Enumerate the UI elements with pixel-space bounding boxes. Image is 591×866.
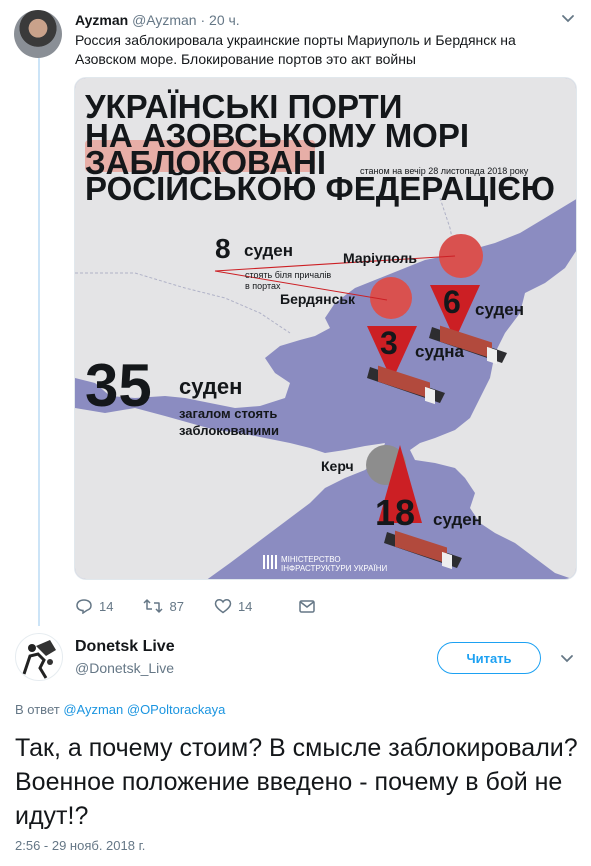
direct-message-button[interactable] [298, 598, 322, 614]
author-name[interactable]: Ayzman [75, 12, 128, 28]
mention-link[interactable]: @OPoltorackaya [127, 702, 225, 717]
label-3: судна [415, 342, 465, 361]
reply-icon [76, 599, 92, 614]
reply-prefix: В ответ [15, 702, 60, 717]
tweet-text: Россия заблокировала украинские порты Ма… [75, 32, 516, 67]
retweet-count: 87 [169, 598, 184, 614]
mariupol-circle [439, 234, 483, 278]
sub-35-line2: заблокованими [179, 423, 279, 438]
author-handle[interactable]: @Ayzman [132, 12, 197, 28]
reply-context: В ответ @Ayzman @OPoltorackaya [15, 702, 225, 717]
sub-35-line1: загалом стоять [179, 406, 277, 421]
avatar[interactable] [14, 10, 62, 58]
ministry-line2: ІНФРАСТРУКТУРИ УКРАЇНИ [281, 564, 388, 573]
like-count: 14 [237, 598, 253, 614]
count-8: 8 [215, 233, 231, 264]
heart-icon [214, 599, 232, 614]
chevron-down-icon[interactable] [559, 10, 577, 28]
city-kerch: Керч [321, 458, 354, 474]
count-18: 18 [375, 492, 415, 533]
reply-button[interactable]: 14 [75, 598, 113, 614]
label-8: суден [244, 241, 293, 260]
label-6: суден [475, 300, 524, 319]
count-35: 35 [85, 352, 152, 419]
tweet-time[interactable]: 20 ч. [209, 12, 240, 28]
follow-button[interactable]: Читать [437, 642, 541, 674]
author-name[interactable]: Donetsk Live [75, 638, 175, 656]
ministry-line1: МІНІСТЕРСТВО [281, 555, 341, 564]
header-separator: · [200, 12, 206, 28]
label-35: суден [179, 374, 242, 399]
tweet-image[interactable]: УКРАЇНСЬКІ ПОРТИ НА АЗОВСЬКОМУ МОРІ ЗАБЛ… [74, 77, 577, 580]
retweet-button[interactable]: 87 [143, 598, 184, 614]
image-date-note: станом на вечір 28 листопада 2018 року [360, 166, 529, 176]
mention-link[interactable]: @Ayzman [63, 702, 123, 717]
label-18: суден [433, 510, 482, 529]
reply-count: 14 [99, 598, 114, 614]
like-button[interactable]: 14 [214, 598, 252, 614]
thread-connector-line [38, 58, 40, 626]
count-6: 6 [443, 284, 461, 320]
city-mariupol: Маріуполь [343, 250, 417, 266]
author-handle[interactable]: @Donetsk_Live [75, 660, 174, 676]
mail-icon [299, 600, 316, 613]
tweet-text: Так, а почему стоим? В смысле заблокиров… [15, 734, 578, 830]
avatar[interactable] [15, 633, 63, 681]
note-8-line2: в портах [245, 281, 281, 291]
tweet-header: Ayzman @Ayzman · 20 ч. [75, 12, 240, 28]
chevron-down-icon[interactable] [558, 650, 576, 668]
note-8-line1: стоять біля причалів [245, 270, 331, 280]
count-3: 3 [380, 325, 398, 361]
tweet-actions: 14 87 14 [75, 596, 352, 616]
tweet-timestamp[interactable]: 2:56 - 29 нояб. 2018 г. [15, 838, 145, 853]
city-berdyansk: Бердянськ [280, 291, 356, 307]
retweet-icon [143, 599, 163, 613]
